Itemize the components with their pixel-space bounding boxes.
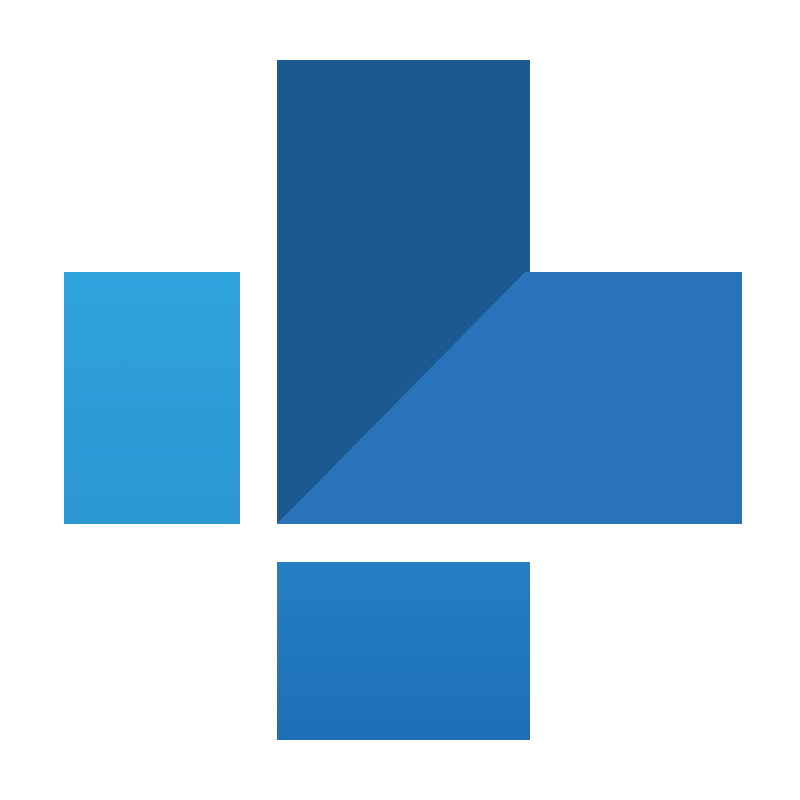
lower-block: [277, 562, 530, 740]
left-block: [64, 272, 240, 524]
medical-cross-logo-icon: [64, 60, 742, 740]
logo-canvas: [0, 0, 800, 800]
